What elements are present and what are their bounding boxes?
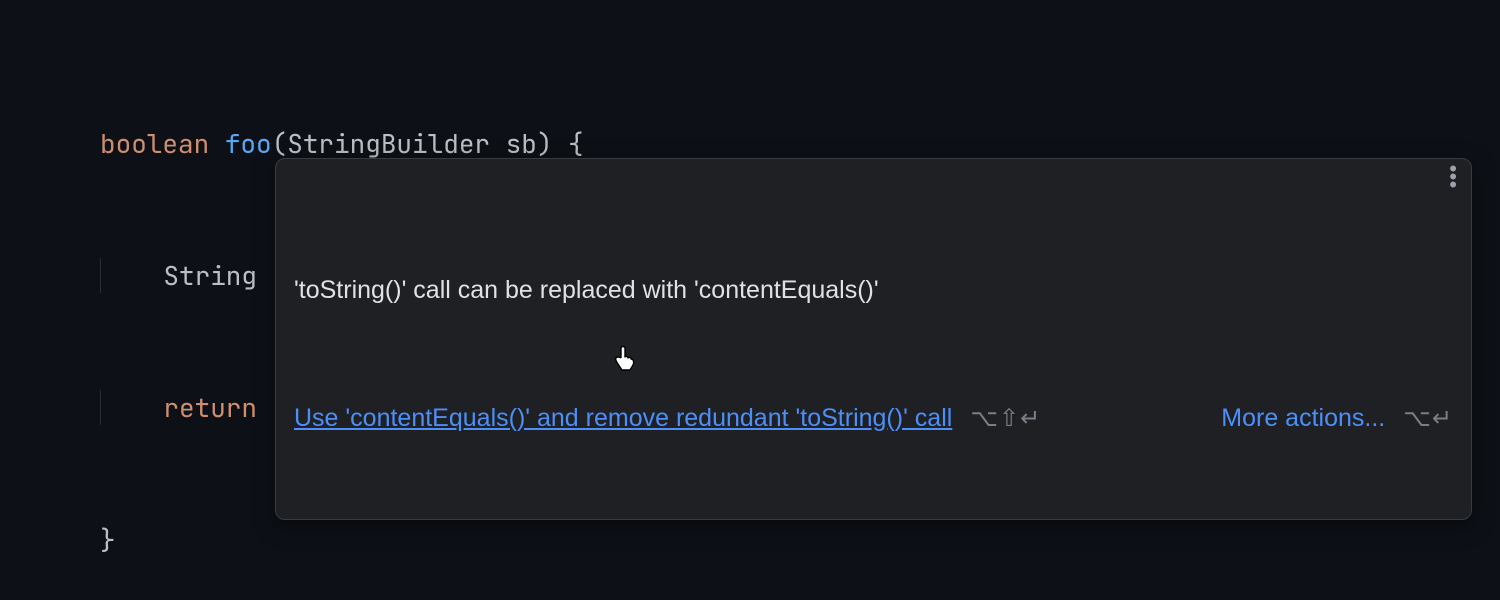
inspection-title: 'toString()' call can be replaced with '… xyxy=(294,274,1453,308)
more-vertical-icon[interactable]: ••• xyxy=(1449,165,1457,189)
more-actions-link[interactable]: More actions... xyxy=(1221,402,1385,436)
keyword-return: return xyxy=(163,390,257,425)
param-name: sb xyxy=(506,126,537,161)
code-editor[interactable]: boolean foo(StringBuilder sb) { String s… xyxy=(0,0,1500,600)
more-actions-shortcut: ⌥↵ xyxy=(1403,403,1453,435)
quick-fix-link[interactable]: Use 'contentEquals()' and remove redunda… xyxy=(294,402,952,436)
tooltip-actions: Use 'contentEquals()' and remove redunda… xyxy=(294,402,1453,436)
param-type: StringBuilder xyxy=(287,126,490,161)
inspection-tooltip: ••• 'toString()' call can be replaced wi… xyxy=(275,158,1472,520)
function-name: foo xyxy=(225,126,272,161)
code-line-4: } xyxy=(100,518,1500,562)
quick-fix-shortcut: ⌥⇧↵ xyxy=(970,403,1041,435)
keyword-boolean: boolean xyxy=(100,126,209,161)
